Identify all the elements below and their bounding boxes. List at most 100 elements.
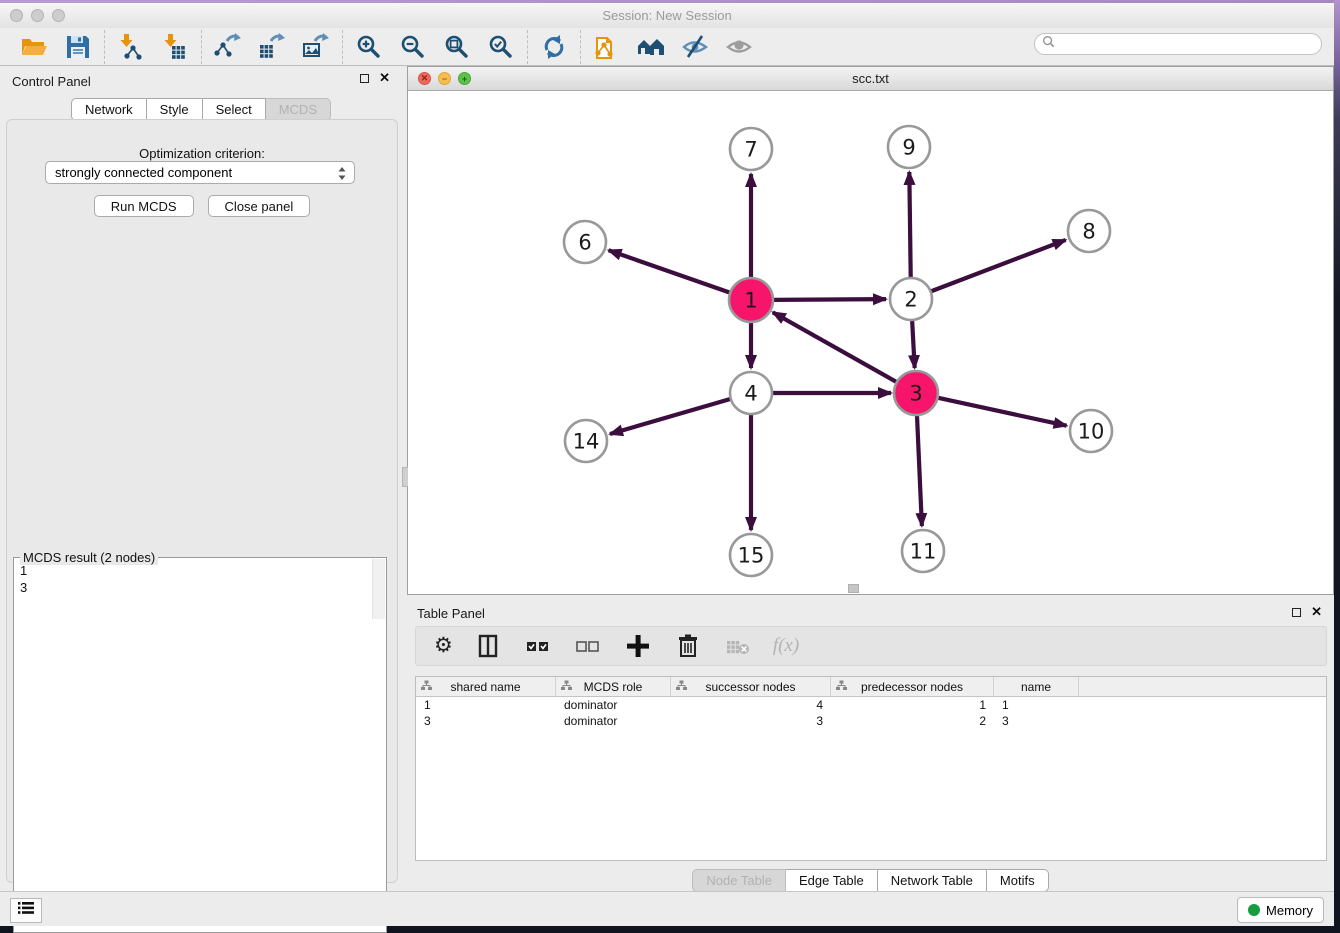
control-panel: Control Panel ✕ NetworkStyleSelectMCDS O… (0, 66, 402, 891)
table-cell[interactable]: 1 (831, 697, 994, 713)
toolbar-group (105, 32, 201, 62)
graph-node-9[interactable]: 9 (888, 126, 930, 168)
graph-node-4[interactable]: 4 (730, 372, 772, 414)
toolbar-group (202, 32, 342, 62)
task-history-button[interactable] (10, 898, 42, 923)
edge-2-8[interactable] (932, 240, 1066, 291)
import-network-icon[interactable] (115, 32, 147, 62)
graph-node-14[interactable]: 14 (565, 420, 607, 462)
criterion-selected-value: strongly connected component (55, 165, 232, 180)
table-cell[interactable]: 4 (671, 697, 831, 713)
criterion-select[interactable]: strongly connected component (45, 161, 355, 184)
open-file-icon[interactable] (18, 32, 50, 62)
column-header-successor-nodes[interactable]: successor nodes (671, 677, 831, 696)
column-header-shared-name[interactable]: shared name (416, 677, 556, 696)
graph-node-8[interactable]: 8 (1068, 210, 1110, 252)
refresh-layout-icon[interactable] (538, 32, 570, 62)
export-image-icon[interactable] (300, 32, 332, 62)
unselect-all-icon[interactable] (573, 631, 603, 661)
tab-select[interactable]: Select (203, 98, 266, 121)
table-panel-title: Table Panel (417, 606, 485, 621)
zoom-in-icon[interactable] (353, 32, 385, 62)
canvas-hscroll-thumb[interactable] (848, 584, 859, 593)
close-table-panel-icon[interactable]: ✕ (1311, 607, 1322, 617)
edge-3-11[interactable] (917, 415, 922, 526)
clone-network-icon[interactable] (591, 32, 623, 62)
table-cell[interactable]: dominator (556, 713, 671, 729)
table-cell[interactable]: 3 (416, 713, 556, 729)
edge-3-10[interactable] (937, 398, 1066, 426)
add-column-icon[interactable] (623, 631, 653, 661)
graph-node-6[interactable]: 6 (564, 221, 606, 263)
search-box[interactable] (1034, 33, 1322, 55)
save-session-icon[interactable] (62, 32, 94, 62)
tab-edge-table[interactable]: Edge Table (786, 869, 878, 892)
network-canvas[interactable]: 7 9 6 8 1 2 4 3 14 10 15 11 (408, 91, 1333, 594)
memory-button[interactable]: Memory (1237, 897, 1324, 923)
close-panel-button[interactable]: Close panel (208, 195, 311, 217)
export-table-icon[interactable] (256, 32, 288, 62)
network-window-title: scc.txt (408, 71, 1333, 86)
edge-3-1[interactable] (773, 312, 897, 382)
edge-2-9[interactable] (909, 172, 910, 277)
column-header-MCDS-role[interactable]: MCDS role (556, 677, 671, 696)
graph-node-2[interactable]: 2 (890, 278, 932, 320)
table-cell[interactable]: 1 (994, 697, 1079, 713)
zoom-out-icon[interactable] (397, 32, 429, 62)
graph-node-3[interactable]: 3 (894, 371, 938, 415)
tab-style[interactable]: Style (147, 98, 203, 121)
network-view-window: ✕ − + scc.txt 7968124314101511 (407, 66, 1334, 595)
graph-node-11[interactable]: 11 (902, 530, 944, 572)
graph-node-7[interactable]: 7 (730, 128, 772, 170)
result-scrollbar[interactable] (372, 559, 385, 619)
main-toolbar (0, 28, 1334, 66)
toolbar-group (581, 32, 765, 62)
hierarchy-icon (836, 680, 847, 694)
table-panel: Table Panel ✕ ⚙f(x) shared nameMCDS role… (407, 598, 1334, 891)
tab-node-table[interactable]: Node Table (692, 869, 786, 892)
search-input[interactable] (1059, 36, 1321, 52)
close-panel-icon[interactable]: ✕ (379, 73, 390, 83)
show-details-icon[interactable] (723, 32, 755, 62)
edge-1-2[interactable] (773, 299, 886, 300)
svg-text:15: 15 (738, 544, 765, 568)
delete-column-icon[interactable] (673, 631, 703, 661)
svg-text:4: 4 (744, 382, 757, 406)
graph-node-10[interactable]: 10 (1070, 410, 1112, 452)
tab-mcds[interactable]: MCDS (266, 98, 331, 121)
column-header-predecessor-nodes[interactable]: predecessor nodes (831, 677, 994, 696)
table-cell[interactable]: 2 (831, 713, 994, 729)
table-row[interactable]: 3dominator323 (416, 713, 1326, 729)
import-table-icon[interactable] (159, 32, 191, 62)
gear-icon[interactable]: ⚙ (434, 636, 453, 656)
tab-network-table[interactable]: Network Table (878, 869, 987, 892)
table-tabs: Node TableEdge TableNetwork TableMotifs (407, 869, 1334, 892)
select-all-icon[interactable] (523, 631, 553, 661)
edge-4-14[interactable] (610, 399, 730, 434)
table-row[interactable]: 1dominator411 (416, 697, 1326, 713)
edge-2-3[interactable] (912, 321, 915, 368)
graph-node-15[interactable]: 15 (730, 534, 772, 576)
float-panel-icon[interactable] (360, 74, 369, 83)
table-cell[interactable]: dominator (556, 697, 671, 713)
column-header-name[interactable]: name (994, 677, 1079, 696)
zoom-selected-icon[interactable] (485, 32, 517, 62)
zoom-fit-icon[interactable] (441, 32, 473, 62)
hierarchy-icon (421, 680, 432, 694)
table-cell[interactable]: 3 (671, 713, 831, 729)
svg-text:3: 3 (909, 382, 922, 406)
table-cell[interactable]: 3 (994, 713, 1079, 729)
graph-node-1[interactable]: 1 (729, 278, 773, 322)
edge-1-6[interactable] (609, 250, 731, 292)
float-table-panel-icon[interactable] (1292, 608, 1301, 617)
memory-status-icon (1248, 904, 1260, 916)
home-icon[interactable] (635, 32, 667, 62)
table-cell[interactable]: 1 (416, 697, 556, 713)
tab-network[interactable]: Network (71, 98, 147, 121)
svg-text:14: 14 (573, 430, 600, 454)
tab-motifs[interactable]: Motifs (987, 869, 1049, 892)
column-view-icon[interactable] (473, 631, 503, 661)
hide-details-icon[interactable] (679, 32, 711, 62)
export-network-icon[interactable] (212, 32, 244, 62)
run-mcds-button[interactable]: Run MCDS (94, 195, 194, 217)
